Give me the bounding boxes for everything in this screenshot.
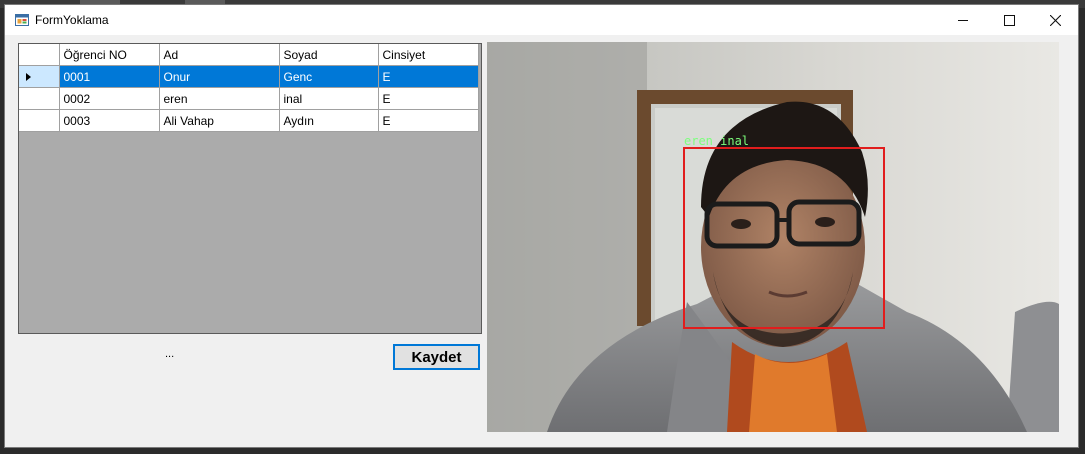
detected-name-label: eren inal [684, 134, 749, 148]
form-window: FormYoklama Öğrenci NO Ad Soyad Cinsiyet… [4, 4, 1079, 448]
student-data-grid[interactable]: Öğrenci NO Ad Soyad Cinsiyet 0001 Onur G… [18, 43, 482, 334]
camera-feed: eren inal [487, 42, 1059, 432]
shirt-stripe [749, 354, 837, 432]
cell-cinsiyet[interactable]: E [378, 87, 479, 110]
right-eye [815, 217, 835, 227]
cell-soyad[interactable]: inal [279, 87, 379, 110]
cell-ogrenci-no[interactable]: 0001 [59, 65, 160, 88]
cell-ad[interactable]: Onur [159, 65, 280, 88]
status-label: ... [165, 348, 175, 360]
cell-ogrenci-no[interactable]: 0003 [59, 109, 160, 132]
row-header[interactable] [19, 65, 60, 88]
table-row[interactable]: 0003 Ali Vahap Aydın E [19, 109, 479, 132]
current-row-arrow-icon [26, 72, 31, 81]
column-header-soyad[interactable]: Soyad [279, 44, 379, 66]
cell-cinsiyet[interactable]: E [378, 109, 479, 132]
cell-soyad[interactable]: Aydın [279, 109, 379, 132]
maximize-icon [1003, 14, 1015, 26]
close-button[interactable] [1032, 5, 1078, 35]
minimize-icon [957, 19, 968, 21]
cell-soyad[interactable]: Genc [279, 65, 379, 88]
table-row[interactable]: 0002 eren inal E [19, 87, 479, 110]
cell-ad[interactable]: Ali Vahap [159, 109, 280, 132]
title-bar[interactable]: FormYoklama [5, 5, 1078, 35]
table-row[interactable]: 0001 Onur Genc E [19, 65, 479, 88]
student-table: Öğrenci NO Ad Soyad Cinsiyet 0001 Onur G… [19, 44, 479, 132]
app-form-icon [15, 14, 29, 26]
row-header[interactable] [19, 109, 60, 132]
cell-ogrenci-no[interactable]: 0002 [59, 87, 160, 110]
kaydet-button[interactable]: Kaydet [393, 344, 480, 370]
left-eye [731, 219, 751, 229]
maximize-button[interactable] [986, 5, 1032, 35]
cell-cinsiyet[interactable]: E [378, 65, 479, 88]
window-title: FormYoklama [35, 13, 109, 27]
table-header-row: Öğrenci NO Ad Soyad Cinsiyet [19, 44, 479, 66]
row-header[interactable] [19, 87, 60, 110]
minimize-button[interactable] [940, 5, 986, 35]
column-header-cinsiyet[interactable]: Cinsiyet [378, 44, 479, 66]
column-header-ad[interactable]: Ad [159, 44, 280, 66]
cell-ad[interactable]: eren [159, 87, 280, 110]
close-icon [1049, 14, 1061, 26]
row-header-corner [19, 44, 60, 66]
column-header-ogrenci-no[interactable]: Öğrenci NO [59, 44, 160, 66]
